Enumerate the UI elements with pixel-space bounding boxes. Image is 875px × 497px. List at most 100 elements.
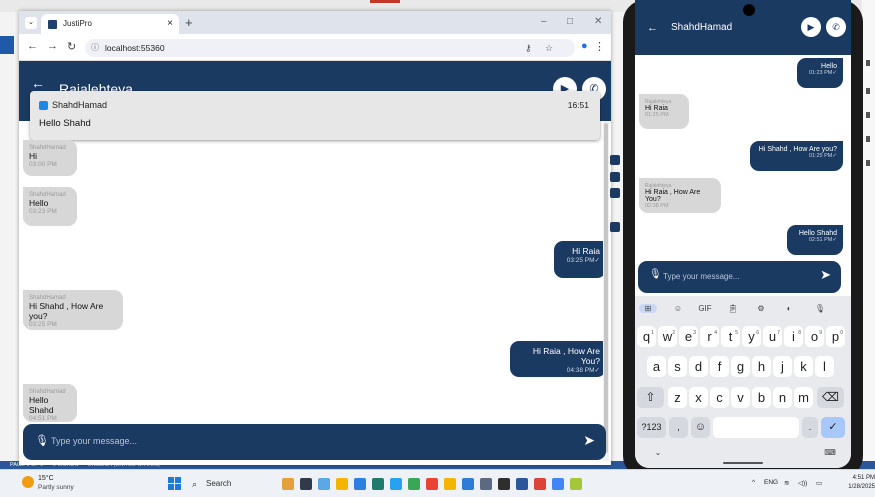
microphone-icon[interactable]: 🎙︎ <box>35 434 49 447</box>
key-z[interactable]: z <box>668 387 687 408</box>
notification-toast[interactable]: ShahdHamad 16:51 Hello Shahd <box>30 91 600 140</box>
key-u[interactable]: u7 <box>763 326 782 347</box>
weather-temperature[interactable]: 15°C <box>38 475 54 482</box>
edge-browser-icon[interactable] <box>372 478 384 490</box>
key-g[interactable]: g <box>731 356 750 377</box>
chrome-icon[interactable] <box>426 478 438 490</box>
space-key[interactable] <box>713 417 799 438</box>
address-bar[interactable]: ⓘ localhost:55360 ⚷ ☆ <box>85 39 575 57</box>
comma-key[interactable]: , <box>669 417 688 438</box>
tray-chevron-icon[interactable]: ^ <box>752 479 755 486</box>
maximize-button[interactable]: □ <box>567 16 573 27</box>
enter-check-icon[interactable]: ✓ <box>821 417 845 438</box>
menu-kebab-icon[interactable]: ⋮ <box>594 40 605 53</box>
period-key[interactable]: . <box>802 417 818 438</box>
taskbar-search[interactable]: ⌕ Search <box>188 476 258 492</box>
gesture-nav-bar[interactable] <box>723 462 763 464</box>
windows-start-icon[interactable] <box>168 477 181 490</box>
keyboard-hide-icon[interactable]: ⌄ <box>649 448 667 457</box>
site-info-icon[interactable]: ⓘ <box>91 39 99 57</box>
key-x[interactable]: x <box>689 387 708 408</box>
bookmark-star-icon[interactable]: ☆ <box>545 39 553 57</box>
tab-close-button[interactable]: × <box>167 14 173 34</box>
browser-tab[interactable]: JustiPro × <box>41 14 179 34</box>
window-close-button[interactable]: ✕ <box>594 16 602 27</box>
key-h[interactable]: h <box>752 356 771 377</box>
symbols-key[interactable]: ?123 <box>637 417 666 438</box>
keyboard-switch-icon[interactable]: ⌨ <box>821 448 839 457</box>
emoji-sticker-icon[interactable]: ☺ <box>669 304 687 313</box>
forward-arrow-icon[interactable]: → <box>47 40 58 52</box>
wifi-icon[interactable]: ≋ <box>784 479 789 487</box>
taskbar-app-icon[interactable] <box>354 478 366 490</box>
taskbar-app-icon[interactable] <box>318 478 330 490</box>
taskbar-app-icon[interactable] <box>408 478 420 490</box>
shift-key-icon[interactable]: ⇧ <box>637 387 664 408</box>
chat-scrollbar[interactable] <box>603 121 609 461</box>
key-q[interactable]: q1 <box>637 326 656 347</box>
key-n[interactable]: n <box>773 387 792 408</box>
taskbar-app-icon[interactable] <box>300 478 312 490</box>
input-language[interactable]: ENG <box>764 479 778 486</box>
key-t[interactable]: t5 <box>721 326 740 347</box>
backspace-key-icon[interactable]: ⌫ <box>817 387 844 408</box>
scrollbar-thumb[interactable] <box>604 123 608 453</box>
word-icon[interactable] <box>516 478 528 490</box>
key-s[interactable]: s <box>668 356 687 377</box>
key-l[interactable]: l <box>815 356 834 377</box>
chrome-icon[interactable] <box>534 478 546 490</box>
key-c[interactable]: c <box>710 387 729 408</box>
phone-message-input[interactable]: Type your message... <box>663 272 739 281</box>
phone-send-icon[interactable]: ➤ <box>820 267 831 283</box>
key-r[interactable]: r4 <box>700 326 719 347</box>
key-d[interactable]: d <box>689 356 708 377</box>
taskbar-app-icon[interactable] <box>282 478 294 490</box>
keyboard-apps-icon[interactable]: ⊞ <box>639 304 657 313</box>
key-i[interactable]: i8 <box>784 326 803 347</box>
key-y[interactable]: y6 <box>742 326 761 347</box>
back-arrow-icon[interactable]: ← <box>27 40 38 52</box>
password-key-icon[interactable]: ⚷ <box>525 39 532 57</box>
terminal-icon[interactable] <box>498 478 510 490</box>
weather-sun-icon[interactable] <box>22 476 34 488</box>
theme-palette-icon[interactable]: ◐ <box>780 304 798 313</box>
phone-back-icon[interactable]: ← <box>647 22 658 34</box>
taskbar-app-icon[interactable] <box>444 478 456 490</box>
emoji-key-icon[interactable]: ☺ <box>691 417 710 438</box>
clipboard-icon[interactable]: 📋︎ <box>724 304 742 313</box>
key-f[interactable]: f <box>710 356 729 377</box>
key-v[interactable]: v <box>731 387 750 408</box>
tab-search-button[interactable]: ⌄ <box>25 17 37 29</box>
new-tab-button[interactable]: + <box>185 15 193 30</box>
key-m[interactable]: m <box>794 387 813 408</box>
send-icon[interactable]: ➤ <box>583 432 595 449</box>
back-icon[interactable]: ← <box>31 75 45 91</box>
message-input[interactable]: Type your message... <box>51 436 137 446</box>
weather-description[interactable]: Partly sunny <box>38 484 74 491</box>
phone-call-icon[interactable]: ✆ <box>826 17 846 37</box>
phone-microphone-icon[interactable]: 🎙︎ <box>649 269 662 280</box>
reload-icon[interactable]: ↻ <box>67 40 76 53</box>
key-a[interactable]: a <box>647 356 666 377</box>
key-e[interactable]: e3 <box>679 326 698 347</box>
minimize-button[interactable]: – <box>541 16 547 27</box>
phone-video-call-icon[interactable]: ▶ <box>801 17 821 37</box>
profile-icon[interactable]: ● <box>581 40 588 52</box>
key-k[interactable]: k <box>794 356 813 377</box>
file-explorer-icon[interactable] <box>336 478 348 490</box>
key-j[interactable]: j <box>773 356 792 377</box>
settings-gear-icon[interactable]: ⚙ <box>752 304 770 313</box>
key-w[interactable]: w2 <box>658 326 677 347</box>
key-o[interactable]: o9 <box>805 326 824 347</box>
taskbar-app-icon[interactable] <box>480 478 492 490</box>
taskbar-app-icon[interactable] <box>552 478 564 490</box>
battery-icon[interactable]: ▭ <box>816 479 822 487</box>
volume-icon[interactable]: ◁)) <box>798 479 807 487</box>
system-clock[interactable]: 4:51 PM 1/28/2025 <box>846 474 875 492</box>
gif-button[interactable]: GIF <box>696 304 714 313</box>
vscode-icon[interactable] <box>462 478 474 490</box>
key-b[interactable]: b <box>752 387 771 408</box>
android-emulator-icon[interactable] <box>570 478 582 490</box>
taskbar-app-icon[interactable] <box>390 478 402 490</box>
key-p[interactable]: p0 <box>826 326 845 347</box>
